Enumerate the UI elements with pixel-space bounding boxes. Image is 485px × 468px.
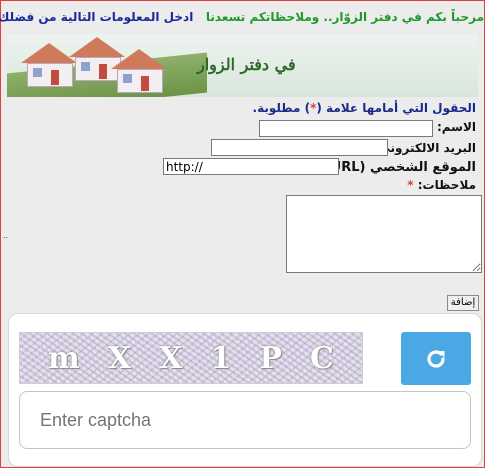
website-label: الموقع الشخصي (URL): xyxy=(320,160,477,175)
captcha-image: m X X 1 P C xyxy=(19,332,363,384)
submit-button[interactable]: إضافة xyxy=(447,295,479,311)
required-note: الحقول التي أمامها علامة (*) مطلوبة. xyxy=(253,101,476,115)
page-header: مرحباً بكم في دفتر الزوّار.. وملاحظاتكم … xyxy=(0,1,484,33)
instruction-text: ادخل المعلومات التالية من فضلك xyxy=(0,10,194,24)
email-input[interactable] xyxy=(211,139,388,156)
comments-required-star: * xyxy=(407,178,414,192)
captcha-char: C xyxy=(310,340,334,376)
banner-title: في دفتر الزوار xyxy=(197,55,296,74)
comments-label: ملاحظات: xyxy=(417,178,476,192)
required-note-text-end: ) مطلوبة. xyxy=(252,101,311,115)
captcha-panel: m X X 1 P C xyxy=(8,313,482,467)
captcha-char: 1 xyxy=(210,340,232,376)
name-input[interactable] xyxy=(259,120,433,137)
captcha-char: P xyxy=(259,340,282,376)
welcome-text: مرحباً بكم في دفتر الزوّار.. وملاحظاتكم … xyxy=(205,10,484,24)
required-note-text: الحقول التي أمامها علامة ( xyxy=(316,101,476,115)
comments-label-row: ملاحظات: * xyxy=(407,178,476,192)
captcha-char: X xyxy=(159,340,183,376)
stray-dot: .. xyxy=(3,231,9,240)
captcha-char: X xyxy=(107,340,132,376)
refresh-icon xyxy=(427,349,445,368)
website-input[interactable] xyxy=(163,158,339,175)
name-label-row: الاسم: * xyxy=(426,120,476,134)
captcha-input[interactable] xyxy=(19,391,471,449)
name-label: الاسم: xyxy=(436,120,476,134)
comments-textarea[interactable] xyxy=(286,195,482,273)
guestbook-frame: مرحباً بكم في دفتر الزوّار.. وملاحظاتكم … xyxy=(0,0,485,468)
guestbook-banner: في دفتر الزوار xyxy=(7,35,478,97)
email-label: البريد الالكتروني: xyxy=(373,141,476,155)
captcha-refresh-button[interactable] xyxy=(401,332,471,385)
captcha-char: m xyxy=(48,340,80,376)
